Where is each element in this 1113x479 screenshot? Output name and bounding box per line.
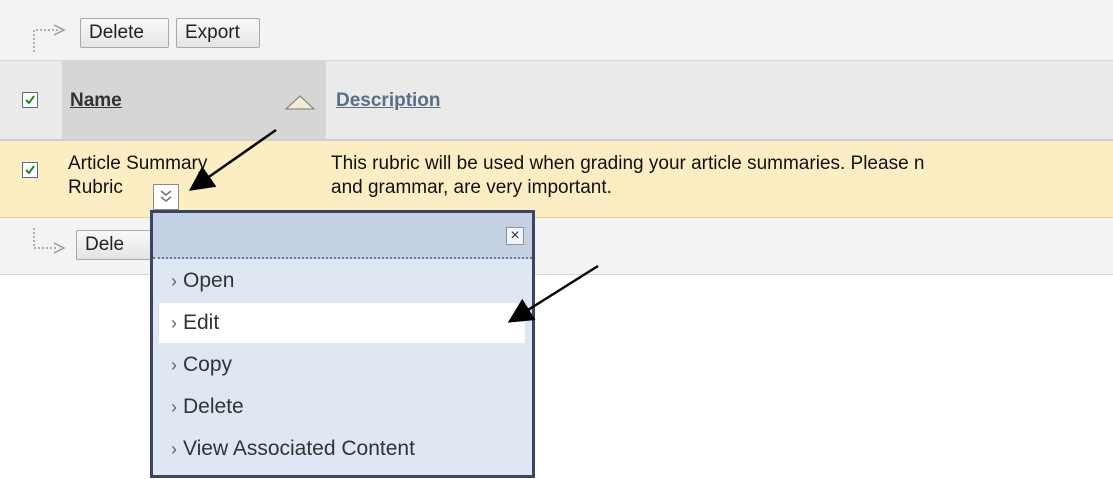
- annotation-arrow-icon: [188, 128, 599, 323]
